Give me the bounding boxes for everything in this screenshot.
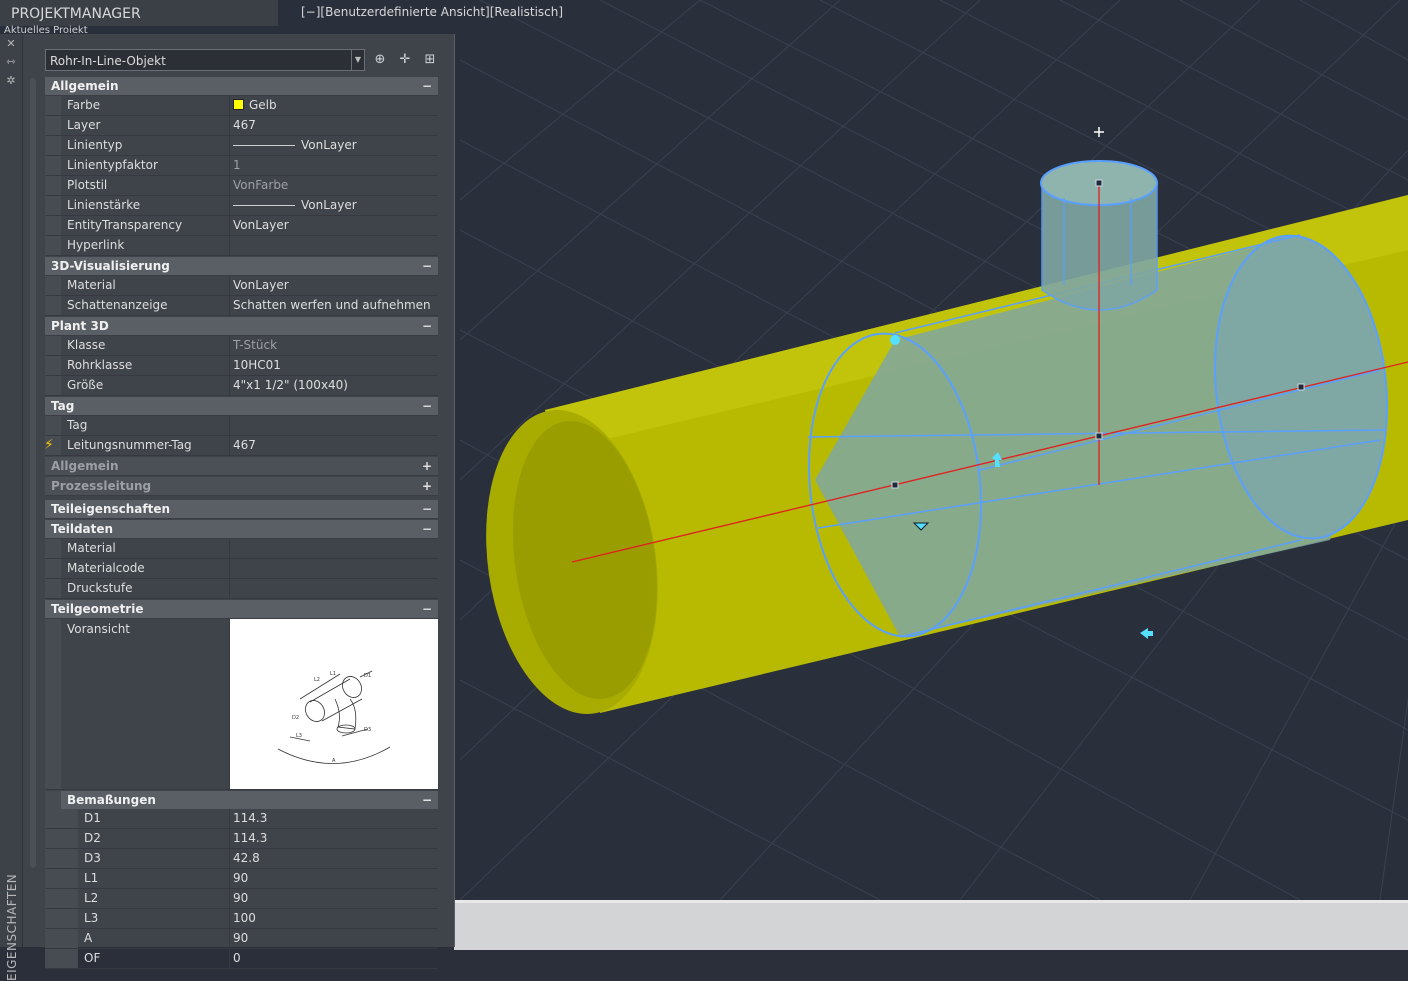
prop-row-linientyp[interactable]: Linientyp VonLayer [45, 136, 438, 156]
properties-palette: Rohr-In-Line-Objekt ▼ ⊕ ✛ ⊞ Allgemein − F… [22, 34, 455, 969]
prop-row-d3[interactable]: D3 42.8 [45, 849, 438, 869]
prop-row-of[interactable]: OF 0 [45, 949, 438, 969]
prop-row-l3[interactable]: L3 100 [45, 909, 438, 929]
section-prozessleitung[interactable]: Prozessleitung + [45, 477, 438, 496]
autohide-icon[interactable]: ⇿ [4, 55, 18, 69]
prop-row-layer[interactable]: Layer 467 [45, 116, 438, 136]
select-objects-icon[interactable]: ✛ [396, 51, 414, 69]
prop-row-hyperlink[interactable]: Hyperlink [45, 236, 438, 256]
move-left-icon[interactable] [1140, 628, 1153, 639]
prop-row-farbe[interactable]: Farbe Gelb [45, 96, 438, 116]
preview-label: A [332, 758, 336, 764]
prop-row-linienstaerke[interactable]: Linienstärke VonLayer [45, 196, 438, 216]
lineweight-sample [233, 205, 295, 206]
settings-icon[interactable]: ✲ [4, 74, 18, 88]
tee-sketch: L2 L1 D1 D2 L3 D3 A [277, 670, 391, 764]
prop-row-l2[interactable]: L2 90 [45, 889, 438, 909]
prop-row-d1[interactable]: D1 114.3 [45, 809, 438, 829]
view-control-label[interactable]: [−][Benutzerdefinierte Ansicht][Realisti… [301, 5, 563, 19]
object-type-value: Rohr-In-Line-Objekt [50, 54, 166, 68]
preview-label: D3 [364, 727, 371, 733]
color-swatch-icon [233, 99, 244, 110]
section-teildaten[interactable]: Teildaten − [45, 520, 438, 539]
status-bar [454, 900, 1408, 950]
prop-row-leitungsnummer-tag[interactable]: ⚡ Leitungsnummer-Tag 467 [44, 436, 438, 456]
preview-label: D1 [364, 673, 371, 679]
prop-row-material[interactable]: Material VonLayer [45, 276, 438, 296]
crosshair-icon [1094, 127, 1104, 137]
prop-row-materialcode[interactable]: Materialcode [45, 559, 438, 579]
close-icon[interactable]: ✕ [4, 37, 18, 51]
section-teileigenschaften[interactable]: Teileigenschaften − [45, 500, 438, 519]
preview-label: L2 [314, 677, 320, 683]
palette-scrollbar[interactable] [30, 78, 36, 868]
section-teilgeometrie[interactable]: Teilgeometrie − [45, 600, 438, 619]
palette-side-label: EIGENSCHAFTEN [5, 873, 19, 981]
section-plant-3d[interactable]: Plant 3D − [45, 317, 438, 336]
preview-label: L1 [330, 671, 336, 677]
prop-row-plotstil[interactable]: Plotstil VonFarbe [45, 176, 438, 196]
prop-row-druckstufe[interactable]: Druckstufe [45, 579, 438, 599]
toggle-pickadd-icon[interactable]: ⊞ [421, 51, 439, 69]
prop-row-rohrklasse[interactable]: Rohrklasse 10HC01 [45, 356, 438, 376]
section-3d-visualisierung[interactable]: 3D-Visualisierung − [45, 257, 438, 276]
section-tag[interactable]: Tag − [45, 397, 438, 416]
prop-row-linientypfaktor[interactable]: Linientypfaktor 1 [45, 156, 438, 176]
preview-label: D2 [292, 715, 299, 721]
prop-row-d2[interactable]: D2 114.3 [45, 829, 438, 849]
prop-row-teil-material[interactable]: Material [45, 539, 438, 559]
prop-row-voransicht: Voransicht L2 L1 D1 D2 L3 D3 A [45, 619, 438, 790]
prop-row-schattenanzeige[interactable]: Schattenanzeige Schatten werfen und aufne… [45, 296, 438, 316]
linetype-sample [233, 145, 295, 146]
chevron-down-icon[interactable]: ▼ [351, 50, 364, 70]
property-grid: Allgemein − Farbe Gelb Layer 467 Linientyp V… [44, 76, 438, 969]
prop-row-groesse[interactable]: Größe 4"x1 1/2" (100x40) [45, 376, 438, 396]
prop-row-tag[interactable]: Tag [45, 416, 438, 436]
section-allgemein[interactable]: Allgemein − [45, 77, 438, 96]
preview-label: L3 [296, 733, 302, 739]
section-bemassungen[interactable]: Bemaßungen − [45, 791, 438, 809]
quick-select-icon[interactable]: ⊕ [371, 51, 389, 69]
prop-row-a[interactable]: A 90 [45, 929, 438, 949]
project-manager-subtitle: Aktuelles Projekt [4, 25, 88, 33]
lightning-icon: ⚡ [44, 437, 54, 453]
part-preview-image: L2 L1 D1 D2 L3 D3 A [230, 619, 438, 789]
prop-row-klasse[interactable]: Klasse T-Stück [45, 336, 438, 356]
project-manager-title[interactable]: PROJEKTMANAGER [0, 0, 278, 26]
prop-row-transparency[interactable]: EntityTransparency VonLayer [45, 216, 438, 236]
section-allgemein-collapsed[interactable]: Allgemein + [45, 457, 438, 476]
grip-circle[interactable] [890, 335, 900, 345]
prop-row-l1[interactable]: L1 90 [45, 869, 438, 889]
object-type-select[interactable]: Rohr-In-Line-Objekt ▼ [45, 49, 365, 71]
palette-title-bar[interactable]: ✕ ⇿ ✲ EIGENSCHAFTEN [0, 34, 22, 981]
